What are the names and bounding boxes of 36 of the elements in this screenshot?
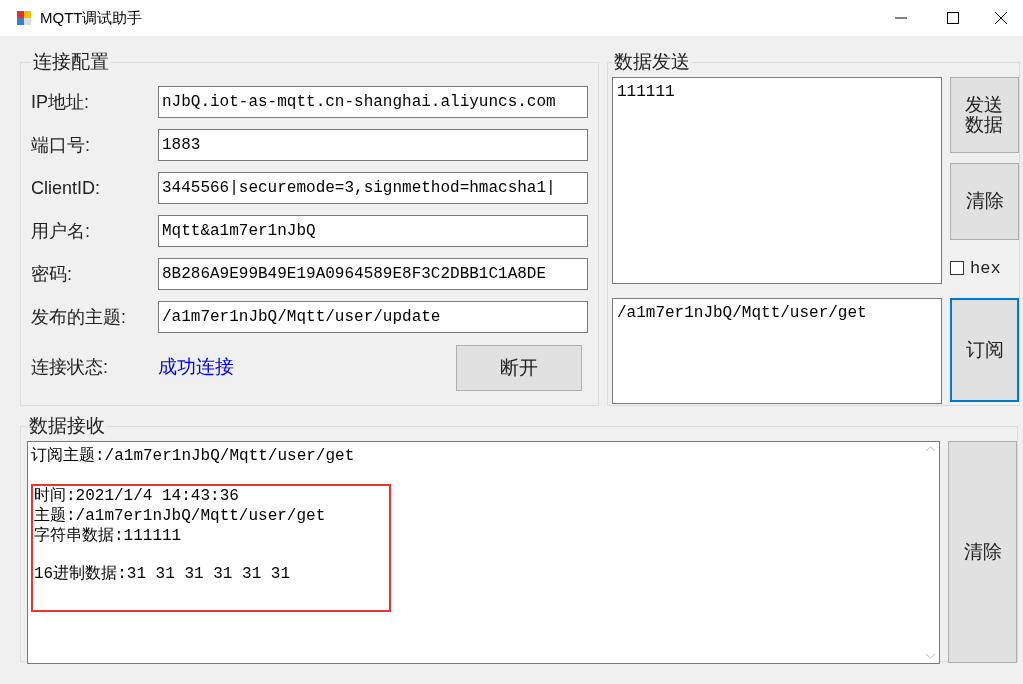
text-field[interactable]: 8B286A9E99B49E19A0964589E8F3C2DBB1C1A8DE: [158, 258, 588, 290]
field-label: 密码:: [31, 262, 73, 286]
receive-log[interactable]: 订阅主题:/a1m7er1nJbQ/Mqtt/user/get 时间:2021/1/4 14:43:36 主题:/a1m7er1nJbQ/Mqtt/user/get 字符串数据:111111 16进制数据:31 31 31 31 31 31: [27, 440, 940, 664]
log-line: 16进制数据:31 31 31 31 31 31: [34, 563, 292, 584]
close-icon[interactable]: [995, 12, 1007, 24]
disconnect-button[interactable]: 断开: [456, 344, 582, 391]
status-text: 成功连接: [158, 355, 234, 380]
maximize-icon[interactable]: [947, 12, 959, 24]
app-icon: [16, 10, 32, 26]
group-title: 数据发送: [613, 50, 691, 74]
log-line: 字符串数据:111111: [34, 525, 183, 546]
checkbox-label: hex: [970, 257, 1001, 280]
log-line: 主题:/a1m7er1nJbQ/Mqtt/user/get: [34, 505, 327, 526]
field-label: 端口号:: [31, 133, 91, 157]
window-title: MQTT调试助手: [40, 7, 143, 28]
text-field[interactable]: 1883: [158, 129, 588, 161]
field-label: 发布的主题:: [31, 305, 127, 329]
text-field[interactable]: 3445566|securemode=3,signmethod=hmacsha1|: [158, 172, 588, 204]
clear-button[interactable]: 清除: [950, 162, 1019, 240]
clear-button[interactable]: 清除: [948, 440, 1017, 663]
text-field[interactable]: Mqtt&a1m7er1nJbQ: [158, 215, 588, 247]
checkbox[interactable]: [950, 261, 964, 276]
send-button[interactable]: 发送数据: [950, 76, 1019, 153]
field-label: ClientID:: [31, 176, 102, 200]
message-field[interactable]: 111111: [612, 76, 942, 284]
text-field[interactable]: nJbQ.iot-as-mqtt.cn-shanghai.aliyuncs.com: [158, 86, 588, 118]
log-line: 时间:2021/1/4 14:43:36: [34, 485, 240, 506]
group-title: 数据接收: [28, 414, 106, 438]
topic-field[interactable]: /a1m7er1nJbQ/Mqtt/user/get: [612, 297, 942, 404]
field-label: 用户名:: [31, 219, 91, 243]
field-label: 连接状态:: [31, 356, 109, 379]
text-field[interactable]: /a1m7er1nJbQ/Mqtt/user/update: [158, 301, 588, 333]
field-label: IP地址:: [31, 90, 90, 114]
group-title: 连接配置: [32, 50, 110, 74]
subscribe-button[interactable]: 订阅: [950, 297, 1019, 402]
log-line: 订阅主题:/a1m7er1nJbQ/Mqtt/user/get: [31, 445, 356, 466]
